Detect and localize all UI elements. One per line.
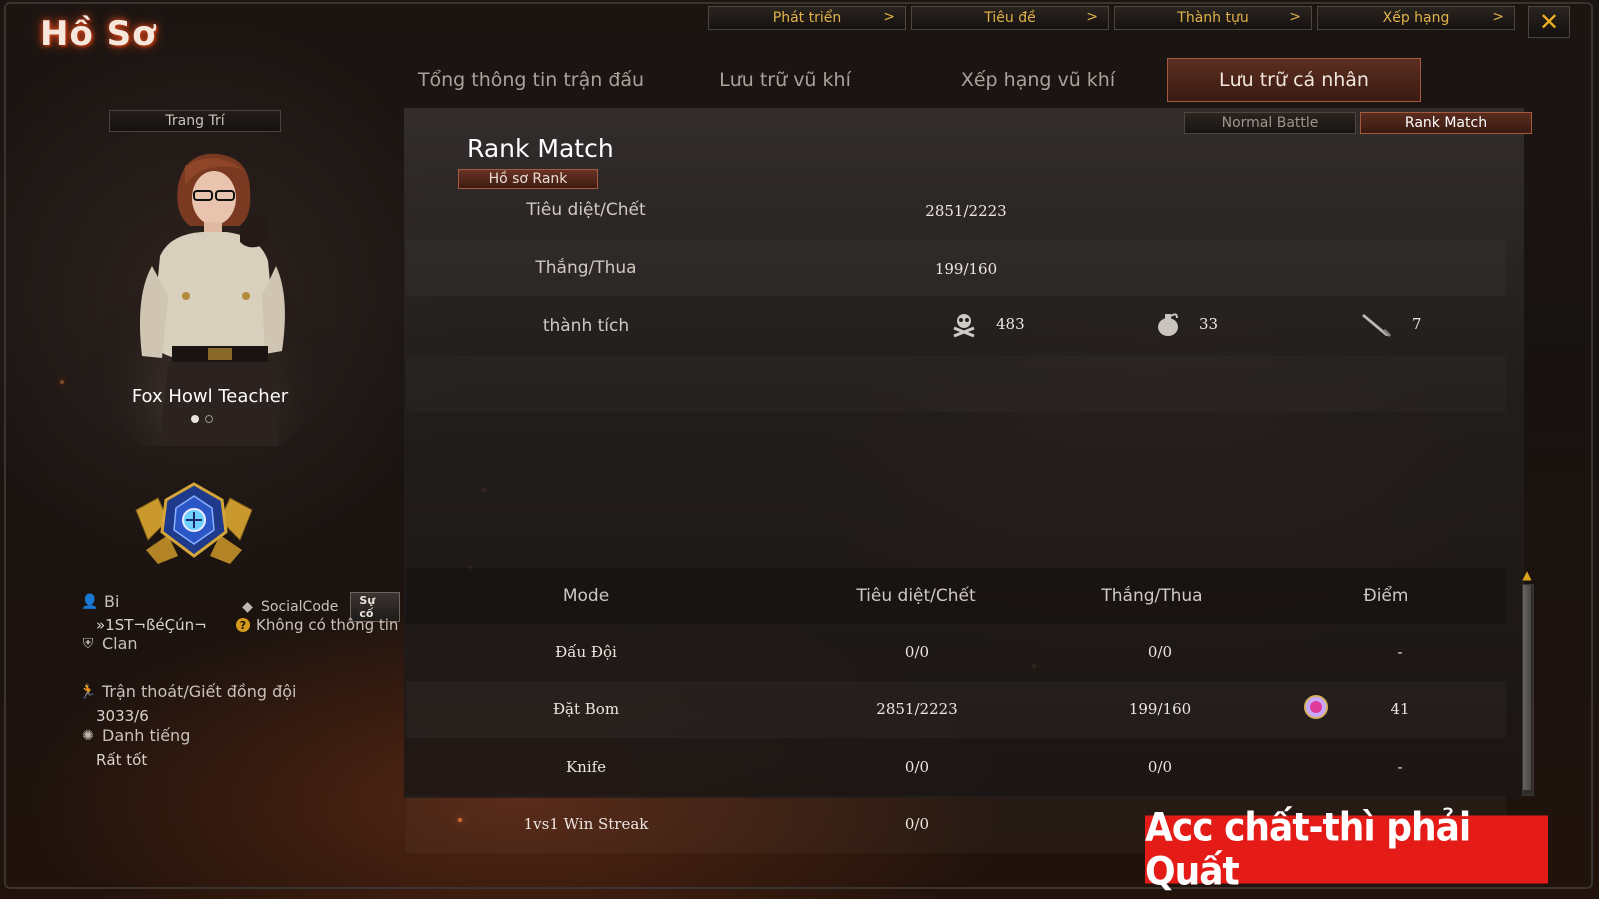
chevron-right-icon: > — [1289, 9, 1301, 25]
cell-wl: 0/0 — [1147, 758, 1173, 776]
character-name: Fox Howl Teacher — [131, 386, 289, 407]
player-name: »1ST¬ßéÇún¬ — [96, 616, 207, 634]
escape-label: Trận thoát/Giết đồng đội — [102, 682, 297, 701]
clan-shield-icon: ⛨ — [82, 635, 94, 652]
chevron-right-icon: > — [883, 9, 895, 25]
kd-row: Tiêu diệt/Chết 2851/2223 — [406, 182, 1506, 238]
cell-kd: 0/0 — [904, 815, 930, 833]
reputation-value: Rất tốt — [96, 751, 148, 769]
social-code-value: Không có thông tin — [256, 616, 399, 634]
clan-label: Clan — [102, 634, 138, 653]
question-icon: ? — [236, 618, 250, 632]
cell-score: 41 — [1390, 700, 1410, 718]
nav-achievements[interactable]: Thành tựu > — [1114, 6, 1312, 30]
cell-wl: 0/0 — [1147, 643, 1173, 661]
watermark-banner: Acc chất-thì phải Quất — [1145, 805, 1548, 894]
scroll-thumb[interactable] — [1523, 585, 1531, 790]
escape-row: 🏃 Trận thoát/Giết đồng đội — [79, 682, 297, 701]
wl-row: Thắng/Thua 199/160 — [406, 240, 1506, 296]
skull-crossbones-icon — [953, 314, 975, 338]
page-title: Hồ Sơ — [40, 14, 157, 54]
cell-mode: 1vs1 Win Streak — [523, 815, 649, 833]
cell-mode: Đặt Bom — [552, 700, 620, 718]
table-row: Knife 0/0 0/0 - — [406, 739, 1506, 796]
cell-kd: 0/0 — [904, 643, 930, 661]
table-row: Đặt Bom 2851/2223 199/160 41 — [406, 681, 1506, 738]
nav-ranking[interactable]: Xếp hạng > — [1317, 6, 1515, 30]
social-code-label: SocialCode — [261, 599, 339, 615]
achievement-value: 483 — [996, 315, 1025, 333]
wl-label: Thắng/Thua — [535, 258, 637, 278]
cell-kd: 0/0 — [904, 758, 930, 776]
tab-bar: Tổng thông tin trận đấu Lưu trữ vũ khí X… — [405, 58, 1445, 102]
escape-value: 3033/6 — [96, 707, 149, 725]
star-burst-icon: ✺ — [82, 727, 94, 744]
scrollbar[interactable]: ▲ — [1520, 569, 1534, 796]
achievements-label: thành tích — [542, 316, 630, 336]
scroll-up-icon[interactable]: ▲ — [1518, 569, 1536, 581]
social-value-row: ? Không có thông tin — [236, 616, 398, 634]
carousel-dots — [191, 415, 213, 423]
cell-score: - — [1397, 643, 1403, 661]
col-score: Điểm — [1363, 586, 1409, 606]
chevron-right-icon: > — [1086, 9, 1098, 25]
decorate-button[interactable]: Trang Trí — [109, 110, 281, 132]
mode-toggle: Normal Battle Rank Match — [1184, 112, 1532, 134]
carousel-dot-active[interactable] — [191, 415, 199, 423]
achievement-headshot: 483 — [950, 310, 1025, 338]
achievement-knife: 7 — [1362, 310, 1422, 338]
tab-weapon-ranking[interactable]: Xếp hạng vũ khí — [935, 58, 1141, 102]
col-kd: Tiêu diệt/Chết — [856, 586, 976, 606]
chevron-right-icon: > — [1492, 9, 1504, 25]
close-icon: ✕ — [1538, 8, 1560, 36]
person-icon: 👤 — [81, 593, 99, 610]
normal-battle-button[interactable]: Normal Battle — [1184, 112, 1356, 134]
carousel-dot[interactable] — [205, 415, 213, 423]
rank-emblem-icon — [135, 482, 253, 564]
knife-icon — [1362, 314, 1392, 338]
wl-value: 199/160 — [934, 260, 998, 278]
cell-mode: Đấu Đội — [555, 643, 617, 661]
table-row: Đấu Đội 0/0 0/0 - — [406, 624, 1506, 681]
nav-label: Phát triển — [772, 10, 842, 26]
nav-label: Tiêu đề — [984, 10, 1036, 26]
rank-match-button[interactable]: Rank Match — [1360, 112, 1532, 134]
reputation-label: Danh tiếng — [102, 726, 191, 745]
kd-value: 2851/2223 — [925, 202, 1007, 220]
rank-badge-icon — [1303, 695, 1329, 723]
cell-score: - — [1397, 758, 1403, 776]
achievement-grenade: 33 — [1155, 310, 1218, 338]
tab-weapon-storage[interactable]: Lưu trữ vũ khí — [685, 58, 885, 102]
nav-titles[interactable]: Tiêu đề > — [911, 6, 1109, 30]
achievement-value: 7 — [1412, 315, 1422, 333]
col-mode: Mode — [562, 586, 610, 606]
top-nav: Phát triển > Tiêu đề > Thành tựu > Xếp hạng… — [708, 6, 1515, 30]
reputation-row: ✺ Danh tiếng — [80, 726, 190, 745]
cell-wl: 199/160 — [1128, 700, 1192, 718]
running-icon: 🏃 — [79, 683, 97, 700]
clan-row: ⛨ Clan — [80, 634, 138, 653]
col-wl: Thắng/Thua — [1101, 586, 1203, 606]
cell-mode: Knife — [565, 758, 607, 776]
tag-icon: ◆ — [242, 599, 253, 615]
nav-development[interactable]: Phát triển > — [708, 6, 906, 30]
player-row: 👤 Bi — [81, 592, 120, 611]
nav-label: Xếp hạng — [1382, 10, 1450, 26]
player-label: Bi — [104, 592, 120, 611]
tab-match-summary[interactable]: Tổng thông tin trận đấu — [405, 58, 657, 102]
achievement-value: 33 — [1199, 315, 1219, 333]
profile-panel: Trang Trí Fox Howl Teacher 👤 Bi »1ST¬ßéÇ… — [20, 108, 400, 788]
nav-label: Thành tựu — [1177, 10, 1249, 26]
table-header: Mode Tiêu diệt/Chết Thắng/Thua Điểm — [406, 568, 1506, 624]
kd-label: Tiêu diệt/Chết — [526, 200, 646, 220]
cell-kd: 2851/2223 — [876, 700, 958, 718]
grenade-icon — [1158, 313, 1178, 336]
empty-row — [406, 356, 1506, 412]
tab-personal-storage[interactable]: Lưu trữ cá nhân — [1167, 58, 1421, 102]
close-button[interactable]: ✕ — [1528, 6, 1570, 38]
section-title: Rank Match — [467, 134, 614, 163]
